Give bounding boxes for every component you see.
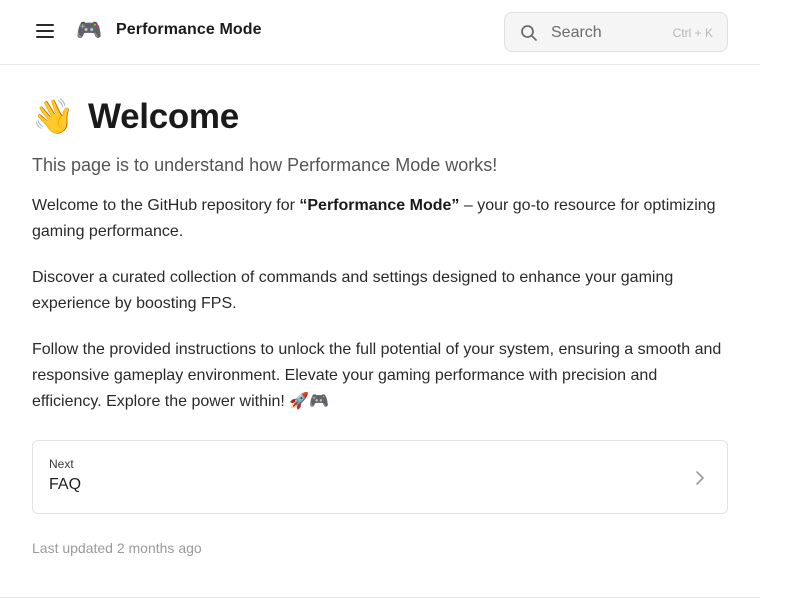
next-page-title: FAQ bbox=[49, 476, 82, 493]
last-updated-text: Last updated 2 months ago bbox=[32, 540, 202, 556]
chevron-right-icon bbox=[696, 471, 704, 485]
search-input[interactable]: Search Ctrl + K bbox=[504, 12, 728, 52]
site-title[interactable]: Performance Mode bbox=[116, 21, 262, 39]
next-label: Next bbox=[49, 457, 74, 471]
page-divider bbox=[0, 597, 760, 598]
page-title: Welcome bbox=[88, 97, 239, 136]
follow-paragraph: Follow the provided instructions to unlo… bbox=[32, 341, 722, 410]
project-name-bold: “Performance Mode” bbox=[299, 197, 460, 214]
search-icon bbox=[521, 25, 537, 41]
gamepad-icon[interactable]: 🎮 bbox=[76, 19, 102, 43]
search-placeholder: Search bbox=[551, 24, 602, 41]
page-title-row: 👋 Welcome bbox=[32, 96, 728, 138]
search-shortcut-hint: Ctrl + K bbox=[672, 26, 713, 40]
main-content: 👋 Welcome This page is to understand how… bbox=[32, 96, 728, 556]
next-page-link[interactable]: Next FAQ bbox=[32, 440, 728, 514]
top-navigation-bar: 🎮 Performance Mode Search Ctrl + K bbox=[0, 0, 760, 65]
intro-text-start: Welcome to the GitHub repository for bbox=[32, 197, 300, 214]
discover-paragraph: Discover a curated collection of command… bbox=[32, 269, 674, 312]
intro-paragraph: Welcome to the GitHub repository for “Pe… bbox=[32, 193, 728, 245]
page-subtitle: This page is to understand how Performan… bbox=[32, 155, 498, 175]
waving-hand-icon: 👋 bbox=[32, 98, 75, 136]
hamburger-menu-icon[interactable] bbox=[36, 24, 56, 41]
